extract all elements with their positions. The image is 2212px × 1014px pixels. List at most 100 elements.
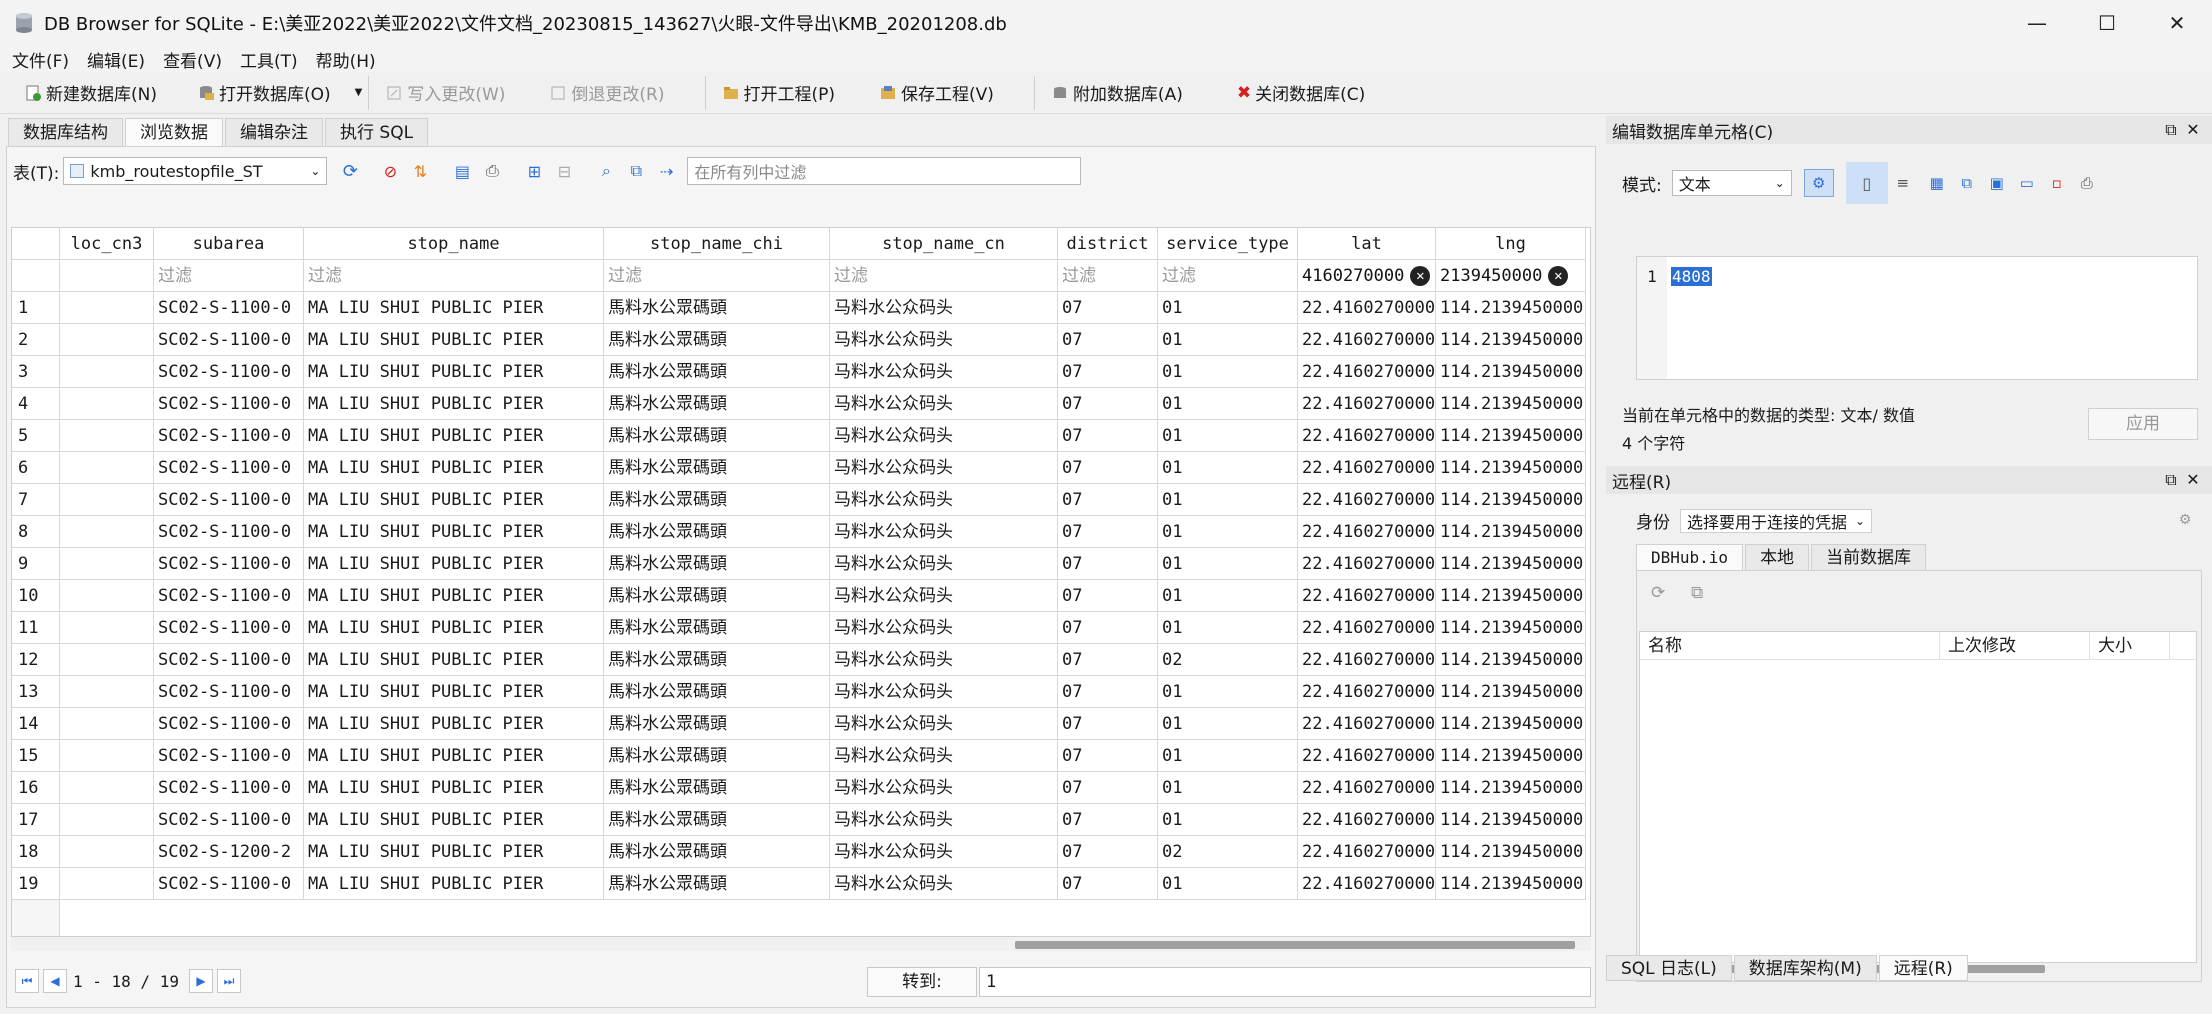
write-changes-button[interactable]: 写入更改(W) — [375, 76, 515, 110]
table-cell[interactable]: 07 — [1058, 292, 1158, 324]
column-header[interactable]: subarea — [154, 228, 304, 260]
mode-select[interactable]: 文本 ⌄ — [1671, 170, 1792, 196]
menu-file[interactable]: 文件(F) — [12, 47, 69, 72]
filter-all-columns-input[interactable]: 在所有列中过滤 — [687, 157, 1082, 185]
column-filter-input[interactable]: 过滤 — [304, 260, 604, 292]
table-cell[interactable]: 114.2139450000 — [1436, 644, 1586, 676]
tab-database-structure[interactable]: 数据库结构 — [8, 118, 123, 146]
table-row[interactable]: 6 SC02-S-1100-0 MA LIU SHUI PUBLIC PIER 馬料水… — [12, 452, 1590, 484]
save-view-button[interactable]: ▤ — [447, 157, 477, 185]
print-button[interactable]: ⎙ — [477, 157, 507, 185]
table-cell[interactable] — [60, 868, 154, 900]
print-cell-button[interactable]: ⎙ — [2072, 169, 2102, 197]
column-header[interactable]: loc_cn3 — [60, 228, 154, 260]
clear-sort-button[interactable]: ⇅ — [405, 157, 435, 185]
menu-help[interactable]: 帮助(H) — [316, 47, 376, 72]
tab-local[interactable]: 本地 — [1745, 544, 1810, 570]
table-cell[interactable]: 22.4160270000 — [1298, 548, 1436, 580]
table-cell[interactable]: SC02-S-1100-0 — [154, 708, 304, 740]
table-cell[interactable]: SC02-S-1100-0 — [154, 516, 304, 548]
table-cell[interactable]: 马料水公众码头 — [830, 612, 1058, 644]
open-database-dropdown-icon[interactable]: ▼ — [355, 87, 363, 98]
table-cell[interactable]: 馬料水公眾碼頭 — [604, 452, 830, 484]
table-cell[interactable]: 22.4160270000 — [1298, 740, 1436, 772]
table-cell[interactable]: MA LIU SHUI PUBLIC PIER — [304, 772, 604, 804]
table-cell[interactable]: 01 — [1158, 484, 1298, 516]
find-replace-button[interactable]: ⧉ — [621, 157, 651, 185]
delete-record-button[interactable]: ⊟ — [549, 157, 579, 185]
table-cell[interactable]: 114.2139450000 — [1436, 420, 1586, 452]
table-cell[interactable]: MA LIU SHUI PUBLIC PIER — [304, 292, 604, 324]
new-database-button[interactable]: 新建数据库(N) — [14, 76, 167, 110]
goto-input[interactable]: 1 — [979, 967, 1591, 997]
table-cell[interactable]: MA LIU SHUI PUBLIC PIER — [304, 548, 604, 580]
table-cell[interactable]: 馬料水公眾碼頭 — [604, 644, 830, 676]
table-cell[interactable]: SC02-S-1100-0 — [154, 324, 304, 356]
table-cell[interactable]: 114.2139450000 — [1436, 580, 1586, 612]
table-cell[interactable] — [60, 420, 154, 452]
table-cell[interactable]: 22.4160270000 — [1298, 676, 1436, 708]
table-row[interactable]: 19 SC02-S-1100-0 MA LIU SHUI PUBLIC PIER 馬料… — [12, 868, 1590, 900]
table-cell[interactable]: MA LIU SHUI PUBLIC PIER — [304, 420, 604, 452]
maximize-button[interactable]: ☐ — [2072, 0, 2142, 46]
table-cell[interactable]: 馬料水公眾碼頭 — [604, 356, 830, 388]
last-page-button[interactable]: ⏭ — [216, 969, 241, 993]
table-cell[interactable]: 马料水公众码头 — [830, 676, 1058, 708]
table-cell[interactable]: SC02-S-1100-0 — [154, 420, 304, 452]
table-cell[interactable]: 馬料水公眾碼頭 — [604, 548, 830, 580]
table-cell[interactable]: 馬料水公眾碼頭 — [604, 292, 830, 324]
table-cell[interactable]: MA LIU SHUI PUBLIC PIER — [304, 612, 604, 644]
table-cell[interactable]: 07 — [1058, 772, 1158, 804]
table-row[interactable]: 13 SC02-S-1100-0 MA LIU SHUI PUBLIC PIER 馬料… — [12, 676, 1590, 708]
set-null-button[interactable]: ▣ — [1982, 169, 2012, 197]
table-cell[interactable] — [60, 740, 154, 772]
table-cell[interactable]: 馬料水公眾碼頭 — [604, 804, 830, 836]
table-row[interactable]: 2 SC02-S-1100-0 MA LIU SHUI PUBLIC PIER 馬料水… — [12, 324, 1590, 356]
table-cell[interactable]: 01 — [1158, 388, 1298, 420]
table-cell[interactable]: MA LIU SHUI PUBLIC PIER — [304, 740, 604, 772]
column-filter-input[interactable]: 过滤 — [830, 260, 1058, 292]
identity-settings-button[interactable]: ⚙ — [2170, 506, 2200, 534]
table-row[interactable]: 17 SC02-S-1100-0 MA LIU SHUI PUBLIC PIER 馬料… — [12, 804, 1590, 836]
table-cell[interactable]: 01 — [1158, 868, 1298, 900]
table-cell[interactable]: 07 — [1058, 324, 1158, 356]
table-cell[interactable]: 07 — [1058, 612, 1158, 644]
column-filter-input[interactable]: 2139450000 ✕ — [1436, 260, 1586, 292]
table-cell[interactable] — [60, 356, 154, 388]
tab-edit-pragmas[interactable]: 编辑杂注 — [225, 118, 323, 146]
table-cell[interactable]: 馬料水公眾碼頭 — [604, 772, 830, 804]
table-row[interactable]: 7 SC02-S-1100-0 MA LIU SHUI PUBLIC PIER 馬料水… — [12, 484, 1590, 516]
table-cell[interactable]: 01 — [1158, 324, 1298, 356]
table-cell[interactable]: 22.4160270000 — [1298, 804, 1436, 836]
export-button[interactable]: ▦ — [1922, 169, 1952, 197]
table-cell[interactable]: 07 — [1058, 516, 1158, 548]
table-cell[interactable]: MA LIU SHUI PUBLIC PIER — [304, 356, 604, 388]
save-project-button[interactable]: 保存工程(V) — [869, 76, 1004, 110]
table-cell[interactable] — [60, 388, 154, 420]
table-row[interactable]: 5 SC02-S-1100-0 MA LIU SHUI PUBLIC PIER 馬料水… — [12, 420, 1590, 452]
table-cell[interactable]: 01 — [1158, 772, 1298, 804]
table-cell[interactable]: MA LIU SHUI PUBLIC PIER — [304, 804, 604, 836]
table-cell[interactable]: 07 — [1058, 708, 1158, 740]
table-cell[interactable]: 07 — [1058, 420, 1158, 452]
horizontal-scrollbar[interactable] — [11, 937, 1591, 951]
table-cell[interactable]: SC02-S-1100-0 — [154, 612, 304, 644]
table-cell[interactable]: 01 — [1158, 292, 1298, 324]
float-dock-icon[interactable]: ⧉ — [2160, 470, 2182, 490]
table-cell[interactable]: 22.4160270000 — [1298, 772, 1436, 804]
table-cell[interactable]: 馬料水公眾碼頭 — [604, 708, 830, 740]
clear-filter-icon[interactable]: ✕ — [1410, 266, 1431, 286]
table-cell[interactable]: 114.2139450000 — [1436, 740, 1586, 772]
clear-cell-button[interactable]: ▫ — [2042, 169, 2072, 197]
close-database-button[interactable]: ✖ 关闭数据库(C) — [1227, 76, 1375, 110]
table-cell[interactable]: 马料水公众码头 — [830, 644, 1058, 676]
table-cell[interactable]: 22.4160270000 — [1298, 868, 1436, 900]
table-cell[interactable]: 馬料水公眾碼頭 — [604, 484, 830, 516]
table-cell[interactable]: 22.4160270000 — [1298, 484, 1436, 516]
import-button[interactable]: ⧉ — [1952, 169, 1982, 197]
column-header[interactable]: service_type — [1158, 228, 1298, 260]
table-cell[interactable] — [60, 836, 154, 868]
column-header[interactable]: stop_name_chi — [604, 228, 830, 260]
table-cell[interactable]: 马料水公众码头 — [830, 516, 1058, 548]
float-dock-icon[interactable]: ⧉ — [2160, 120, 2182, 140]
